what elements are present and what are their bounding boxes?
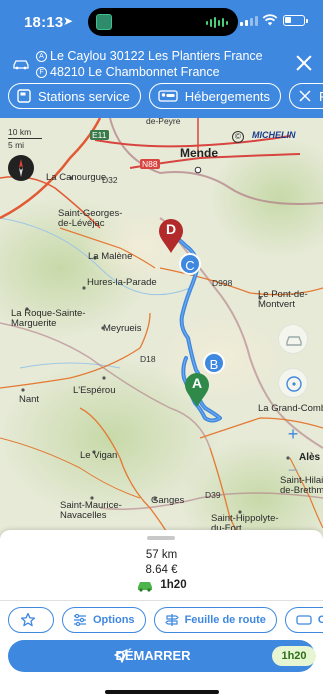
- options-button[interactable]: Options: [62, 607, 146, 633]
- divider: [0, 600, 323, 601]
- road-label: D998: [212, 278, 233, 288]
- wifi-icon: [262, 14, 278, 26]
- road-label: N88: [140, 159, 160, 169]
- place-label: Saint-Georges- de-Lévéjac: [58, 208, 123, 229]
- signpost-icon: [164, 614, 179, 626]
- roadbook-label: Feuille de route: [184, 614, 266, 626]
- location-arrow-icon: ➤: [63, 14, 74, 28]
- route-header: 18:13 ➤ A Le Caylou 30122 Les Plantiers …: [0, 0, 323, 118]
- scale-mi: 5 mi: [8, 140, 25, 150]
- road-label: D18: [140, 354, 156, 364]
- traffic-button[interactable]: [278, 324, 308, 354]
- car-cost-icon: [296, 615, 312, 625]
- app-activity-icon: [94, 12, 114, 32]
- costs-label: Co: [317, 614, 323, 626]
- fuel-pump-icon: [17, 89, 31, 103]
- road-label: D32: [102, 175, 118, 185]
- route-cost: 8.64 €: [145, 564, 178, 576]
- chip-label: Re: [319, 89, 323, 104]
- destination-pin[interactable]: D: [157, 218, 185, 254]
- road-label: E11: [90, 130, 109, 140]
- chip-restaurants[interactable]: Re: [289, 83, 323, 109]
- destination-address[interactable]: F 48210 Le Chambonnet France: [36, 65, 220, 79]
- app-screen: 18:13 ➤ A Le Caylou 30122 Les Plantiers …: [0, 0, 323, 700]
- road-label: D39: [205, 490, 221, 500]
- pin-letter: A: [191, 375, 203, 391]
- roadbook-button[interactable]: Feuille de route: [153, 607, 277, 633]
- car-icon: [13, 60, 29, 70]
- route-summary: 57 km 8.64 € 1h20: [0, 548, 323, 597]
- start-navigation-button[interactable]: DÉMARRER 1h20: [8, 640, 316, 672]
- place-label: Saint-Maurice- Navacelles: [60, 500, 122, 521]
- origin-text: Le Caylou 30122 Les Plantiers France: [50, 49, 263, 63]
- recenter-button[interactable]: [278, 368, 308, 398]
- place-label: La Canourgue: [46, 172, 107, 183]
- map-scale: 10 km 5 mi: [8, 127, 42, 150]
- favorite-button[interactable]: [8, 607, 54, 633]
- restaurant-icon: [299, 90, 311, 102]
- place-label: Ganges: [151, 495, 185, 506]
- locate-icon: [286, 376, 302, 392]
- scale-km: 10 km: [8, 127, 32, 137]
- chip-label: Stations service: [38, 88, 130, 104]
- start-duration-badge: 1h20: [272, 646, 316, 666]
- cellular-signal-icon: [240, 16, 258, 26]
- bed-icon: [158, 90, 178, 102]
- michelin-logo: MICHELIN: [252, 130, 296, 140]
- start-label: DÉMARRER: [115, 648, 191, 663]
- place-label: de-Peyre: [146, 118, 181, 126]
- place-label: La Malène: [88, 251, 133, 262]
- star-icon: [20, 612, 36, 627]
- waypoint-c[interactable]: C: [179, 253, 201, 275]
- place-label: La Roque-Sainte- Marguerite: [11, 308, 86, 329]
- compass-icon[interactable]: [8, 155, 34, 181]
- sliders-icon: [74, 614, 86, 626]
- status-time: 18:13: [24, 14, 64, 31]
- close-icon[interactable]: [293, 52, 315, 74]
- options-label: Options: [93, 614, 135, 626]
- route-duration-row: 1h20: [136, 578, 187, 593]
- place-label: La Grand-Combe: [258, 403, 323, 414]
- chip-accommodation[interactable]: Hébergements: [148, 83, 282, 109]
- waypoint-b[interactable]: B: [203, 352, 225, 374]
- origin-pin[interactable]: A: [183, 372, 211, 408]
- sheet-grabber[interactable]: [147, 536, 175, 540]
- poi-chips: Stations service Hébergements Re: [8, 83, 323, 109]
- place-label: Le Vigan: [80, 450, 118, 461]
- car-icon: [138, 581, 153, 592]
- battery-icon: [283, 15, 308, 26]
- zoom-in-button[interactable]: +: [283, 424, 303, 445]
- chip-label: Hébergements: [184, 88, 271, 104]
- pin-letter: D: [165, 221, 177, 237]
- place-label: Nant: [19, 394, 40, 405]
- route-map[interactable]: 10 km 5 mi © MICHELIN de-Peyre Mende La …: [0, 118, 323, 538]
- home-indicator: [105, 690, 219, 694]
- destination-text: 48210 Le Chambonnet France: [50, 65, 220, 79]
- car-traffic-icon: [286, 336, 302, 346]
- route-summary-sheet: 57 km 8.64 € 1h20 Options Feuille de rou…: [0, 530, 323, 700]
- chip-fuel-stations[interactable]: Stations service: [8, 83, 141, 109]
- place-label: Mende: [180, 146, 219, 160]
- destination-badge: F: [36, 66, 47, 78]
- zoom-out-button[interactable]: −: [283, 460, 303, 481]
- costs-button[interactable]: Co: [284, 607, 323, 633]
- origin-badge: A: [36, 50, 47, 62]
- status-bar: 18:13 ➤: [0, 0, 323, 40]
- route-distance: 57 km: [145, 549, 178, 561]
- place-label: Le Pont-de- Montvert: [258, 289, 308, 310]
- place-label: Meyrueis: [103, 323, 142, 334]
- dynamic-island: [88, 8, 238, 36]
- place-label: L'Espérou: [73, 385, 116, 396]
- place-label: Hures-la-Parade: [87, 277, 157, 288]
- route-duration: 1h20: [160, 579, 187, 591]
- origin-address[interactable]: A Le Caylou 30122 Les Plantiers France: [36, 49, 263, 63]
- route-actions: Options Feuille de route Co: [8, 607, 323, 633]
- copyright-icon[interactable]: ©: [232, 131, 244, 143]
- audio-wave-icon: [206, 17, 228, 28]
